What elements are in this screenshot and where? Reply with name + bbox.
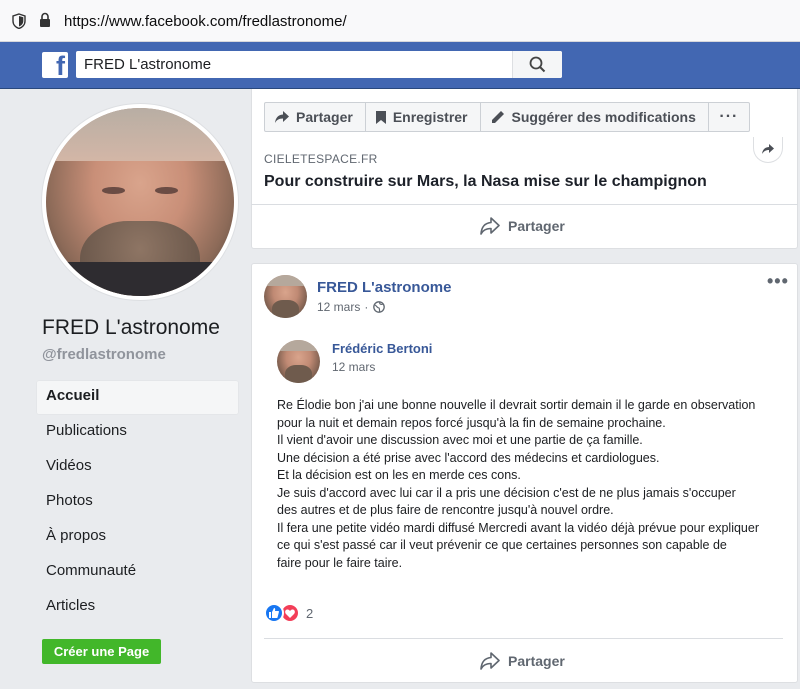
create-page-button[interactable]: Créer une Page xyxy=(42,639,161,664)
page-title: FRED L'astronome xyxy=(42,316,220,339)
nav-item-videos[interactable]: Vidéos xyxy=(36,450,239,485)
link-share-button[interactable]: Partager xyxy=(480,217,565,235)
nav-item-accueil[interactable]: Accueil xyxy=(36,380,239,415)
search-input[interactable] xyxy=(76,51,512,78)
link-source: CIELETESPACE.FR xyxy=(264,152,378,166)
facebook-f-icon[interactable]: f xyxy=(42,51,68,81)
save-button[interactable]: Enregistrer xyxy=(364,102,481,132)
search-button[interactable] xyxy=(512,51,562,78)
nav-item-articles[interactable]: Articles xyxy=(36,590,239,625)
divider xyxy=(251,204,798,205)
post-date: 12 mars · xyxy=(317,300,386,314)
nav-item-photos[interactable]: Photos xyxy=(36,485,239,520)
search-icon xyxy=(529,56,546,73)
shared-date: 12 mars xyxy=(332,360,375,374)
share-page-button[interactable]: Partager xyxy=(264,102,366,132)
post-line: ce qui s'est passé car il veut prévenir … xyxy=(277,538,727,552)
suggest-edits-button[interactable]: Suggérer des modifications xyxy=(479,102,709,132)
shield-icon[interactable] xyxy=(12,13,26,29)
post-options-icon[interactable]: ••• xyxy=(767,271,789,292)
url-text[interactable]: https://www.facebook.com/fredlastronome/ xyxy=(64,13,347,30)
page-nav: Accueil Publications Vidéos Photos À pro… xyxy=(36,380,239,625)
post-body: Re Élodie bon j'ai une bonne nouvelle il… xyxy=(277,397,777,572)
post-author-name[interactable]: FRED L'astronome xyxy=(317,279,451,296)
post-author-avatar[interactable] xyxy=(264,275,307,318)
share-arrow-icon xyxy=(480,217,500,235)
shared-date-text[interactable]: 12 mars xyxy=(332,360,375,374)
post-date-text[interactable]: 12 mars xyxy=(317,300,360,314)
share-arrow-icon xyxy=(275,111,289,123)
lock-icon[interactable] xyxy=(38,12,52,28)
share-arrow-icon xyxy=(480,652,500,670)
post-line: Je suis d'accord avec lui car il a pris … xyxy=(277,485,736,500)
shared-author-avatar[interactable] xyxy=(277,340,320,383)
suggest-edits-label: Suggérer des modifications xyxy=(511,109,696,125)
reactions-summary[interactable]: 2 xyxy=(264,603,313,623)
post-line: Une décision a été prise avec l'accord d… xyxy=(277,450,660,465)
reaction-count: 2 xyxy=(306,605,314,621)
profile-photo xyxy=(46,108,234,296)
post-share-button[interactable]: Partager xyxy=(480,652,565,670)
nav-item-communaute[interactable]: Communauté xyxy=(36,555,239,590)
link-title[interactable]: Pour construire sur Mars, la Nasa mise s… xyxy=(264,173,707,191)
post-line: faire pour le faire taire. xyxy=(277,555,403,570)
shared-author-name[interactable]: Frédéric Bertoni xyxy=(332,341,432,356)
page-action-bar: Partager Enregistrer Suggérer des modifi… xyxy=(264,102,750,132)
browser-address-bar: https://www.facebook.com/fredlastronome/ xyxy=(0,0,800,42)
nav-item-a-propos[interactable]: À propos xyxy=(36,520,239,555)
post-line: Re Élodie bon j'ai une bonne nouvelle il… xyxy=(277,398,756,412)
more-options-button[interactable]: ··· xyxy=(707,102,750,132)
bookmark-icon xyxy=(375,110,386,124)
link-share-label: Partager xyxy=(508,218,565,234)
post-line: Il fera une petite vidéo mardi diffusé M… xyxy=(277,520,759,535)
post-line: Il vient d'avoir une discussion avec moi… xyxy=(277,433,643,447)
globe-icon xyxy=(373,301,386,313)
post-line: Et la décision est on les en merde ces c… xyxy=(277,468,521,482)
search-box xyxy=(76,51,562,78)
post-line: des autres et de plus faire de rencontre… xyxy=(277,503,614,517)
divider xyxy=(264,638,783,639)
profile-picture[interactable] xyxy=(42,104,238,300)
post-share-label: Partager xyxy=(508,653,565,669)
like-reaction-icon xyxy=(264,603,284,623)
nav-item-publications[interactable]: Publications xyxy=(36,415,239,450)
save-label: Enregistrer xyxy=(392,109,468,125)
page-handle[interactable]: @fredlastronome xyxy=(42,346,166,363)
share-page-label: Partager xyxy=(296,109,353,125)
pencil-icon xyxy=(491,111,504,123)
post-line: pour la nuit et demain repos forcé jusqu… xyxy=(277,415,666,430)
